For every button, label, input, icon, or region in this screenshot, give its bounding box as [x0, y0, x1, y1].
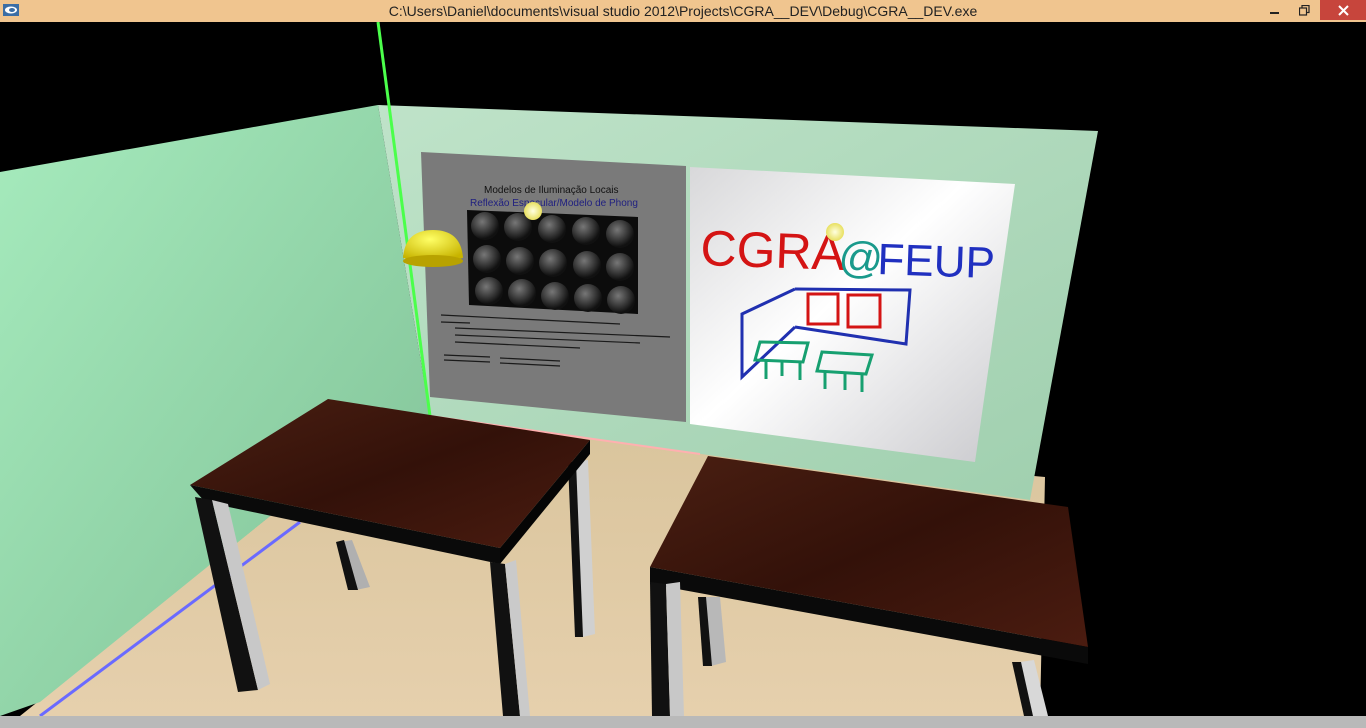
phong-spheres: [471, 212, 635, 314]
slide-title: Modelos de Iluminação Locais: [484, 185, 619, 196]
bottom-border: [0, 716, 1366, 728]
window-title: C:\Users\Daniel\documents\visual studio …: [388, 3, 978, 19]
restore-icon: [1298, 4, 1310, 16]
light-point-1: [524, 202, 542, 220]
maximize-button[interactable]: [1287, 0, 1321, 20]
light-point-2: [826, 223, 844, 241]
close-button[interactable]: [1320, 0, 1366, 20]
opengl-viewport[interactable]: Modelos de Iluminação Locais Reflexão Es…: [0, 22, 1366, 716]
close-icon: [1337, 4, 1349, 16]
whiteboard-text-cgra: CGRA: [700, 220, 847, 281]
minimize-icon: [1270, 12, 1279, 14]
scene-3d: Modelos de Iluminação Locais Reflexão Es…: [0, 22, 1098, 716]
slide-subtitle: Reflexão Especular/Modelo de Phong: [470, 198, 638, 209]
window-titlebar[interactable]: C:\Users\Daniel\documents\visual studio …: [0, 0, 1366, 23]
whiteboard: CGRA @ FEUP: [690, 167, 1015, 462]
slide-panel: Modelos de Iluminação Locais Reflexão Es…: [421, 152, 686, 422]
whiteboard-text-feup: FEUP: [877, 235, 996, 288]
